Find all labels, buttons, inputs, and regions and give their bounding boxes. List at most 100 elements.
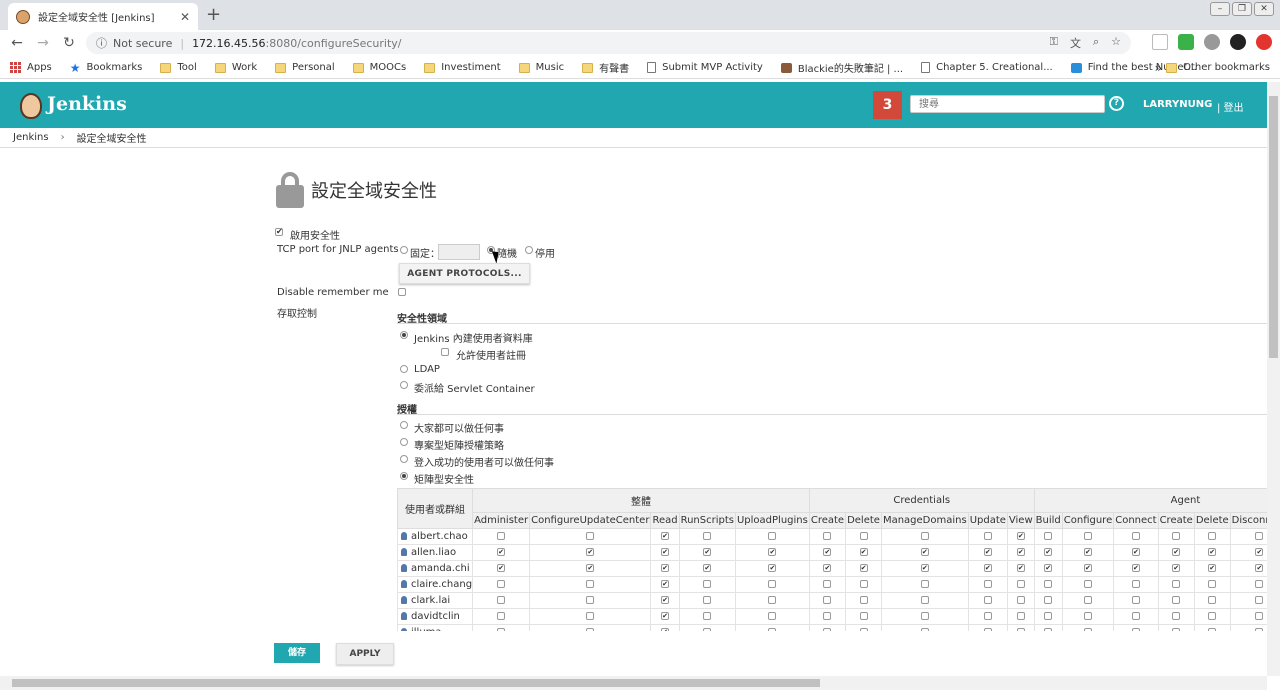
permission-checkbox[interactable] bbox=[586, 596, 595, 604]
permission-checkbox[interactable] bbox=[1044, 596, 1053, 604]
horizontal-scroll-thumb[interactable] bbox=[12, 679, 820, 687]
save-button[interactable]: 儲存 bbox=[274, 643, 320, 663]
bookmark-tool[interactable]: Tool bbox=[160, 62, 197, 73]
permission-checkbox[interactable] bbox=[920, 580, 929, 588]
extension-page-icon[interactable] bbox=[1152, 34, 1168, 50]
realm-ldap-radio[interactable] bbox=[400, 365, 408, 373]
bookmark-audiobooks[interactable]: 有聲書 bbox=[582, 60, 629, 75]
permission-checkbox[interactable]: ✔ bbox=[1172, 564, 1181, 572]
permission-checkbox[interactable] bbox=[586, 532, 595, 540]
permission-checkbox[interactable] bbox=[1208, 580, 1217, 588]
permission-checkbox[interactable]: ✔ bbox=[1044, 548, 1053, 556]
port-number-input[interactable] bbox=[438, 244, 480, 260]
enable-security-checkbox[interactable]: ✔ bbox=[275, 228, 283, 236]
permission-checkbox[interactable] bbox=[768, 532, 777, 540]
permission-checkbox[interactable]: ✔ bbox=[1208, 548, 1217, 556]
url-field[interactable]: ⓘ Not secure | 172.16.45.56 :8080/config… bbox=[86, 32, 1131, 54]
breadcrumb-configure-security[interactable]: 設定全域安全性 bbox=[77, 130, 147, 145]
permission-checkbox[interactable]: ✔ bbox=[1172, 548, 1181, 556]
close-window-icon[interactable]: ✕ bbox=[1254, 2, 1274, 16]
permission-checkbox[interactable]: ✔ bbox=[497, 548, 506, 556]
permission-checkbox[interactable] bbox=[1016, 628, 1025, 631]
permission-checkbox[interactable] bbox=[1016, 612, 1025, 620]
permission-checkbox[interactable] bbox=[1255, 532, 1264, 540]
permission-checkbox[interactable] bbox=[586, 612, 595, 620]
permission-checkbox[interactable] bbox=[497, 532, 506, 540]
permission-checkbox[interactable] bbox=[768, 628, 777, 631]
jenkins-logo-text[interactable]: Jenkins bbox=[47, 93, 127, 115]
bookmark-investiment[interactable]: Investiment bbox=[424, 62, 501, 73]
permission-checkbox[interactable] bbox=[920, 628, 929, 631]
key-icon[interactable]: ⚿ bbox=[1050, 35, 1058, 51]
permission-checkbox[interactable] bbox=[1172, 580, 1181, 588]
permission-checkbox[interactable]: ✔ bbox=[586, 548, 595, 556]
permission-checkbox[interactable] bbox=[859, 612, 868, 620]
minimize-icon[interactable]: – bbox=[1210, 2, 1230, 16]
permission-checkbox[interactable] bbox=[768, 596, 777, 604]
permission-checkbox[interactable] bbox=[497, 612, 506, 620]
bookmark-work[interactable]: Work bbox=[214, 62, 257, 73]
permission-checkbox[interactable] bbox=[703, 612, 712, 620]
permission-checkbox[interactable]: ✔ bbox=[859, 548, 868, 556]
permission-checkbox[interactable] bbox=[703, 580, 712, 588]
permission-checkbox[interactable] bbox=[1172, 532, 1181, 540]
permission-checkbox[interactable]: ✔ bbox=[768, 564, 777, 572]
vertical-scrollbar[interactable] bbox=[1267, 82, 1280, 676]
permission-checkbox[interactable] bbox=[983, 532, 992, 540]
permission-checkbox[interactable] bbox=[703, 596, 712, 604]
bookmark-music[interactable]: Music bbox=[518, 62, 564, 73]
permission-checkbox[interactable]: ✔ bbox=[859, 564, 868, 572]
reload-icon[interactable]: ↻ bbox=[56, 35, 82, 51]
jenkins-butler-icon[interactable] bbox=[20, 93, 42, 119]
permission-checkbox[interactable]: ✔ bbox=[768, 548, 777, 556]
permission-checkbox[interactable] bbox=[859, 532, 868, 540]
disable-remember-me-checkbox[interactable] bbox=[398, 288, 406, 296]
permission-checkbox[interactable] bbox=[497, 628, 506, 631]
permission-checkbox[interactable] bbox=[1083, 580, 1092, 588]
permission-checkbox[interactable] bbox=[920, 612, 929, 620]
permission-checkbox[interactable] bbox=[703, 628, 712, 631]
permission-checkbox[interactable] bbox=[1044, 580, 1053, 588]
permission-checkbox[interactable] bbox=[823, 628, 832, 631]
zoom-icon[interactable]: ⌕ bbox=[1093, 35, 1099, 51]
forward-icon[interactable]: → bbox=[30, 35, 56, 51]
permission-checkbox[interactable] bbox=[1208, 612, 1217, 620]
permission-checkbox[interactable] bbox=[1208, 628, 1217, 631]
user-link[interactable]: LARRYNUNG bbox=[1143, 99, 1212, 110]
vertical-scroll-thumb[interactable] bbox=[1269, 96, 1278, 358]
permission-checkbox[interactable]: ✔ bbox=[661, 596, 670, 604]
apply-button[interactable]: APPLY bbox=[336, 643, 394, 665]
auth-logged-in-radio[interactable] bbox=[400, 455, 408, 463]
permission-checkbox[interactable] bbox=[1172, 612, 1181, 620]
permission-checkbox[interactable]: ✔ bbox=[1016, 564, 1025, 572]
port-fixed-radio[interactable] bbox=[400, 246, 408, 254]
permission-checkbox[interactable]: ✔ bbox=[661, 612, 670, 620]
search-input[interactable] bbox=[910, 95, 1105, 113]
bookmark-moocs[interactable]: MOOCs bbox=[352, 62, 406, 73]
permission-checkbox[interactable] bbox=[859, 596, 868, 604]
realm-jenkins-db-radio[interactable] bbox=[400, 331, 408, 339]
bookmark-submit-mvp[interactable]: Submit MVP Activity bbox=[647, 62, 763, 73]
permission-checkbox[interactable] bbox=[1255, 612, 1264, 620]
permission-checkbox[interactable]: ✔ bbox=[983, 548, 992, 556]
permission-checkbox[interactable] bbox=[1083, 596, 1092, 604]
permission-checkbox[interactable]: ✔ bbox=[661, 580, 670, 588]
permission-checkbox[interactable] bbox=[586, 580, 595, 588]
permission-checkbox[interactable] bbox=[1255, 628, 1264, 631]
bookmark-bookmarks[interactable]: ★ Bookmarks bbox=[70, 61, 143, 75]
permission-checkbox[interactable] bbox=[586, 628, 595, 631]
permission-checkbox[interactable] bbox=[1016, 596, 1025, 604]
permission-checkbox[interactable] bbox=[1255, 596, 1264, 604]
permission-checkbox[interactable]: ✔ bbox=[920, 548, 929, 556]
permission-checkbox[interactable] bbox=[1208, 596, 1217, 604]
permission-checkbox[interactable]: ✔ bbox=[983, 564, 992, 572]
new-tab-icon[interactable]: + bbox=[206, 4, 221, 25]
permission-checkbox[interactable]: ✔ bbox=[1083, 548, 1092, 556]
permission-checkbox[interactable]: ✔ bbox=[661, 564, 670, 572]
bookmark-personal[interactable]: Personal bbox=[275, 62, 335, 73]
permission-checkbox[interactable]: ✔ bbox=[703, 564, 712, 572]
agent-protocols-button[interactable]: AGENT PROTOCOLS... bbox=[399, 263, 530, 284]
extension-red-icon[interactable] bbox=[1256, 34, 1272, 50]
permission-checkbox[interactable]: ✔ bbox=[823, 548, 832, 556]
extension-chat-icon[interactable] bbox=[1178, 34, 1194, 50]
